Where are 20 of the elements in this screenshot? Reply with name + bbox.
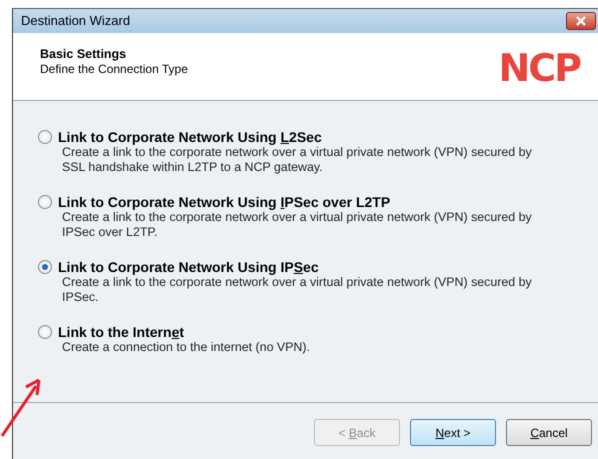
- option-description: Create a link to the corporate network over a virtual private network (VPN) secured by SSL handshake within L2TP to a NCP gateway.: [62, 145, 533, 175]
- next-button[interactable]: Next >: [410, 419, 496, 446]
- close-button[interactable]: [566, 12, 596, 30]
- radio-button[interactable]: [38, 130, 52, 144]
- radio-button[interactable]: [38, 325, 52, 339]
- option-description: Create a connection to the internet (no VPN).: [62, 340, 311, 355]
- radio-button[interactable]: [38, 260, 52, 274]
- option-label[interactable]: Link to Corporate Network Using IPSec over L2TP: [58, 194, 390, 210]
- option-label[interactable]: Link to the Internet: [58, 324, 184, 340]
- option-label[interactable]: Link to Corporate Network Using L2Sec: [58, 129, 322, 145]
- page-subtitle: Define the Connection Type: [40, 62, 188, 77]
- option-label[interactable]: Link to Corporate Network Using IPSec: [58, 259, 319, 275]
- window-title: Destination Wizard: [21, 12, 130, 30]
- cancel-button[interactable]: Cancel: [506, 419, 592, 446]
- option-description: Create a link to the corporate network over a virtual private network (VPN) secured by IPSec over L2TP.: [62, 210, 533, 240]
- page-title: Basic Settings: [40, 47, 128, 62]
- close-icon: [574, 16, 588, 26]
- option-description: Create a link to the corporate network over a virtual private network (VPN) secured by IPSec.: [62, 275, 533, 305]
- logo: NCP: [498, 51, 580, 85]
- radio-button[interactable]: [38, 195, 52, 209]
